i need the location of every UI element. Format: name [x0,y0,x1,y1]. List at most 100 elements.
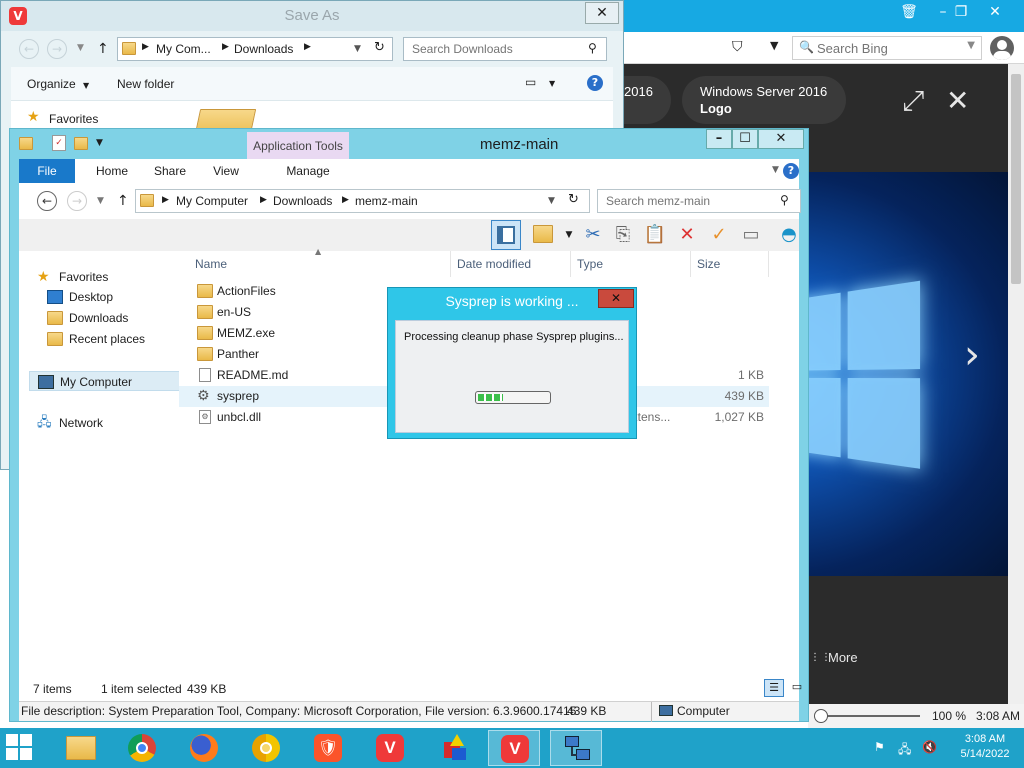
chevron-down-icon[interactable]: ▼ [96,138,103,148]
organize-button[interactable]: Organize ▼ [27,77,89,91]
close-icon[interactable]: ✕ [946,84,969,117]
taskbar-file-explorer[interactable] [54,730,106,766]
search-box[interactable]: ⚲ [403,37,607,61]
chevron-right-icon[interactable]: ▶ [222,42,229,52]
checkmark-icon[interactable]: ✓ [707,223,731,247]
copy-icon[interactable]: ⎘ [611,223,635,247]
taskbar-firefox[interactable] [178,730,230,766]
volume-muted-icon[interactable]: 🔇 [922,740,937,754]
taskbar-vivaldi[interactable]: V [364,730,416,766]
cut-icon[interactable]: ✂ [581,223,605,247]
nav-downloads[interactable]: Downloads [47,308,167,328]
back-arrow-icon[interactable]: ← [37,191,57,211]
taskbar-chromium[interactable] [240,730,292,766]
refresh-icon[interactable]: ↻ [374,40,385,55]
search-input[interactable] [598,190,768,212]
tab-view[interactable]: View [199,159,253,183]
breadcrumb-downloads[interactable]: Downloads [234,42,293,56]
scrollbar-thumb[interactable] [1011,74,1021,284]
chevron-down-icon[interactable]: ▼ [354,44,361,54]
paste-icon[interactable]: 📋 [643,223,667,247]
close-button[interactable]: ✕ [758,129,804,149]
breadcrumb-my-computer[interactable]: My Com... [156,42,211,56]
column-header-date-modified[interactable]: Date modified [451,251,571,277]
taskbar-network-app[interactable] [550,730,602,766]
favorites-label[interactable]: Favorites [49,112,98,126]
nav-desktop[interactable]: Desktop [47,287,167,307]
chevron-down-icon[interactable]: ▼ [967,40,975,51]
bing-search-box[interactable]: 🔍 ▼ [792,36,982,60]
chevron-down-icon[interactable]: ▼ [548,196,555,206]
chevron-down-icon[interactable]: ▼ [77,43,84,53]
restore-button[interactable]: ❐ [944,0,978,24]
help-icon[interactable]: ? [783,163,799,179]
new-folder-icon[interactable] [74,137,88,150]
search-input[interactable] [404,38,574,60]
chevron-right-icon[interactable]: ▶ [304,42,311,52]
bookmark-icon[interactable]: ⛉ [732,39,744,55]
chevron-down-icon[interactable]: ▼ [97,196,104,206]
nav-recent-places[interactable]: Recent places [47,329,167,349]
breadcrumb-downloads[interactable]: Downloads [273,194,332,208]
chevron-right-icon[interactable]: ▶ [162,195,169,205]
zoom-slider-knob[interactable] [814,709,828,723]
preview-pane-icon[interactable] [491,220,521,250]
tab-share[interactable]: Share [143,159,197,183]
breadcrumb-my-computer[interactable]: My Computer [176,194,248,208]
rename-icon[interactable]: ▭ [739,223,763,247]
profile-icon[interactable] [990,36,1014,60]
forward-arrow-icon[interactable]: → [47,39,67,59]
address-bar[interactable]: ▶ My Computer ▶ Downloads ▶ memz-main ▼ … [135,189,590,213]
folder-options-icon[interactable] [533,225,553,243]
large-icons-view-icon[interactable]: ▭ [787,679,807,697]
taskbar-brave[interactable]: 🛡 [302,730,354,766]
delete-icon[interactable]: ✕ [675,223,699,247]
chevron-down-icon[interactable]: ▼ [549,79,555,88]
chevron-right-icon[interactable]: ▶ [260,195,267,205]
address-bar[interactable]: ▶ My Com... ▶ Downloads ▶ ▼ ↻ [117,37,393,61]
bing-search-input[interactable] [793,37,943,59]
column-header-type[interactable]: Type [571,251,691,277]
chevron-down-icon[interactable]: ▼ [770,39,778,52]
search-icon[interactable]: ⚲ [588,41,597,55]
tab-manage[interactable]: Manage [265,159,351,183]
up-arrow-icon[interactable]: ↑ [117,193,129,209]
action-center-flag-icon[interactable]: ⚑ [874,740,888,754]
chevron-right-icon[interactable]: ▶ [142,42,149,52]
properties-icon[interactable]: ✓ [52,135,66,151]
refresh-icon[interactable]: ↻ [568,192,579,207]
maximize-button[interactable]: ☐ [732,129,758,149]
taskbar-chrome[interactable] [116,730,168,766]
chevron-right-icon[interactable]: ▶ [342,195,349,205]
tab-file[interactable]: File [19,159,75,183]
close-button[interactable]: ✕ [598,289,634,308]
chevron-down-icon[interactable]: ▼ [557,223,581,247]
zoom-slider[interactable] [820,715,920,717]
more-link[interactable]: More [828,650,858,665]
taskbar-vivaldi-active[interactable]: V [488,730,540,766]
taskbar-paint-3d[interactable] [426,730,478,766]
next-arrow-icon[interactable]: › [964,332,980,378]
minimize-button[interactable]: – [706,129,732,149]
new-folder-button[interactable]: New folder [117,77,174,91]
browser-scrollbar[interactable] [1008,64,1024,704]
help-icon[interactable]: ? [587,75,603,91]
related-chip-server-logo[interactable]: Windows Server 2016 Logo [682,76,846,124]
view-options-icon[interactable]: ▭ [525,75,536,89]
nav-network[interactable]: 🖧 Network [37,413,167,433]
taskbar-clock[interactable]: 3:08 AM 5/14/2022 [950,732,1020,762]
close-button[interactable]: ✕ [978,0,1012,24]
up-arrow-icon[interactable]: ↑ [97,41,109,57]
back-arrow-icon[interactable]: ← [19,39,39,59]
search-icon[interactable]: ⚲ [780,193,789,207]
close-button[interactable]: ✕ [585,2,619,24]
network-tray-icon[interactable]: 🖧 [898,740,912,756]
zoom-level[interactable]: 100 % [932,709,966,723]
details-view-icon[interactable]: ☰ [764,679,784,697]
column-header-size[interactable]: Size [691,251,769,277]
search-box[interactable]: ⚲ [597,189,801,213]
tab-home[interactable]: Home [85,159,139,183]
forward-arrow-icon[interactable]: → [67,191,87,211]
shell-icon[interactable]: ◓ [777,223,801,247]
trash-icon[interactable]: 🗑 [892,0,926,24]
